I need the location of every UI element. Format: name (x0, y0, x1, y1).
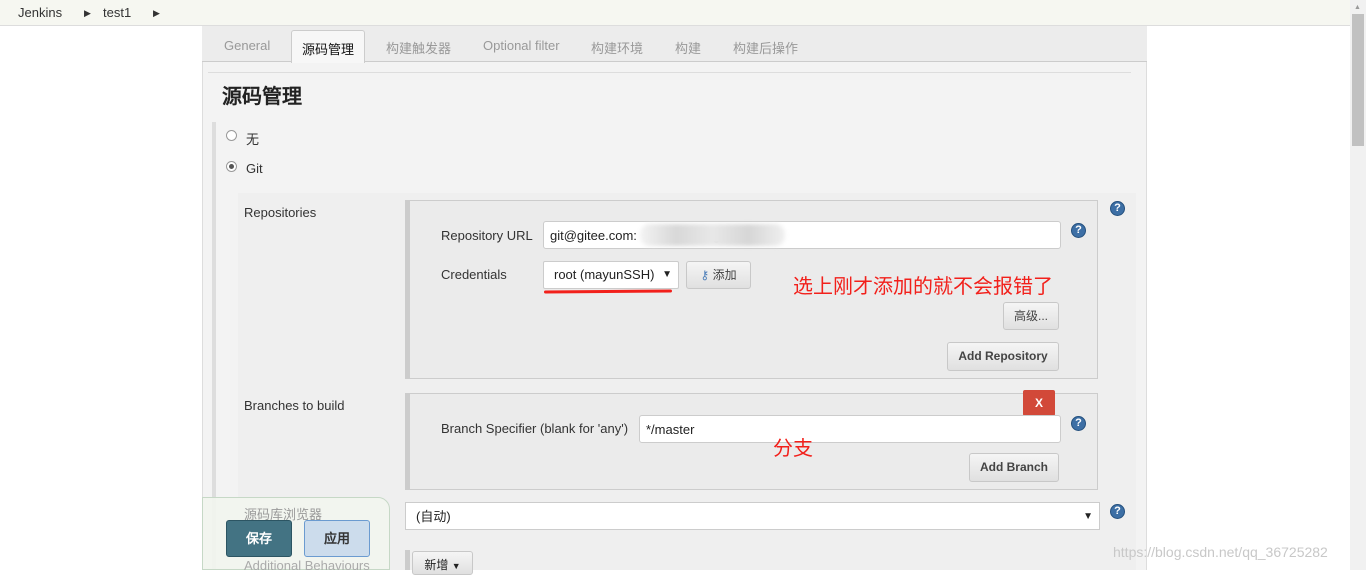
tab-general[interactable]: General (224, 38, 270, 53)
branch-annotation: 分支 (773, 438, 813, 460)
tab-optional-filter[interactable]: Optional filter (483, 38, 560, 53)
scrollbar[interactable]: ▲ (1350, 0, 1366, 570)
credentials-select[interactable]: root (mayunSSH) ▼ (543, 261, 679, 289)
repository-url-label: Repository URL (441, 228, 533, 243)
repository-url-input[interactable] (543, 221, 1061, 249)
breadcrumb-jenkins[interactable]: Jenkins (18, 5, 62, 20)
section-title: 源码管理 (222, 86, 302, 108)
radio-none-label: 无 (246, 132, 260, 147)
add-behaviour-button[interactable]: 新增 ▼ (412, 551, 473, 575)
scrollbar-thumb[interactable] (1352, 14, 1364, 146)
tab-build[interactable]: 构建 (675, 38, 701, 57)
dropdown-arrow-icon: ▼ (1083, 511, 1093, 522)
browser-value: (自动) (416, 509, 451, 524)
add-credentials-button[interactable]: ⚷ 添加 (686, 261, 751, 289)
tab-bar: General 源码管理 构建触发器 Optional filter 构建环境 … (202, 26, 1147, 63)
browser-select[interactable]: (自动) ▼ (405, 502, 1100, 530)
key-icon: ⚷ (700, 268, 710, 282)
branches-label: Branches to build (244, 398, 345, 413)
add-branch-button[interactable]: Add Branch (969, 453, 1059, 482)
watermark: https://blog.csdn.net/qq_36725282 (1113, 544, 1328, 560)
help-icon[interactable]: ? (1071, 416, 1086, 431)
credentials-label: Credentials (441, 267, 507, 282)
radio-git[interactable] (226, 161, 237, 172)
add-repository-button[interactable]: Add Repository (947, 342, 1059, 371)
radio-none[interactable] (226, 130, 237, 141)
tab-post-build[interactable]: 构建后操作 (733, 38, 798, 57)
breadcrumb-test1[interactable]: test1 (103, 5, 131, 20)
chevron-right-icon: ▶ (84, 8, 91, 18)
chevron-right-icon[interactable]: ▶ (153, 8, 160, 19)
credentials-value: root (mayunSSH) (554, 267, 655, 282)
save-button[interactable]: 保存 (226, 520, 292, 557)
branch-specifier-input[interactable] (639, 415, 1061, 443)
tab-scm[interactable]: 源码管理 (291, 30, 366, 63)
redacted-blur (640, 224, 785, 246)
divider (208, 72, 1131, 73)
scroll-up-icon[interactable]: ▲ (1354, 4, 1361, 11)
help-icon[interactable]: ? (1071, 223, 1086, 238)
repositories-label: Repositories (244, 205, 317, 220)
help-icon[interactable]: ? (1110, 504, 1125, 519)
credentials-annotation: 选上刚才添加的就不会报错了 (793, 276, 1053, 298)
radio-git-label: Git (246, 161, 263, 176)
indent-bar (405, 550, 410, 570)
add-credentials-label: 添加 (712, 268, 737, 282)
apply-button[interactable]: 应用 (304, 520, 370, 557)
advanced-button[interactable]: 高级... (1003, 302, 1059, 330)
breadcrumb: Jenkins ▶ test1 ▶ (0, 0, 1350, 26)
additional-behaviours-label: Additional Behaviours (244, 558, 370, 573)
tab-build-env[interactable]: 构建环境 (591, 38, 643, 57)
help-icon[interactable]: ? (1110, 201, 1125, 216)
tab-triggers[interactable]: 构建触发器 (386, 38, 451, 57)
dropdown-arrow-icon: ▼ (662, 269, 672, 280)
branch-specifier-label: Branch Specifier (blank for 'any') (441, 421, 629, 436)
delete-branch-button[interactable]: X (1023, 390, 1055, 416)
